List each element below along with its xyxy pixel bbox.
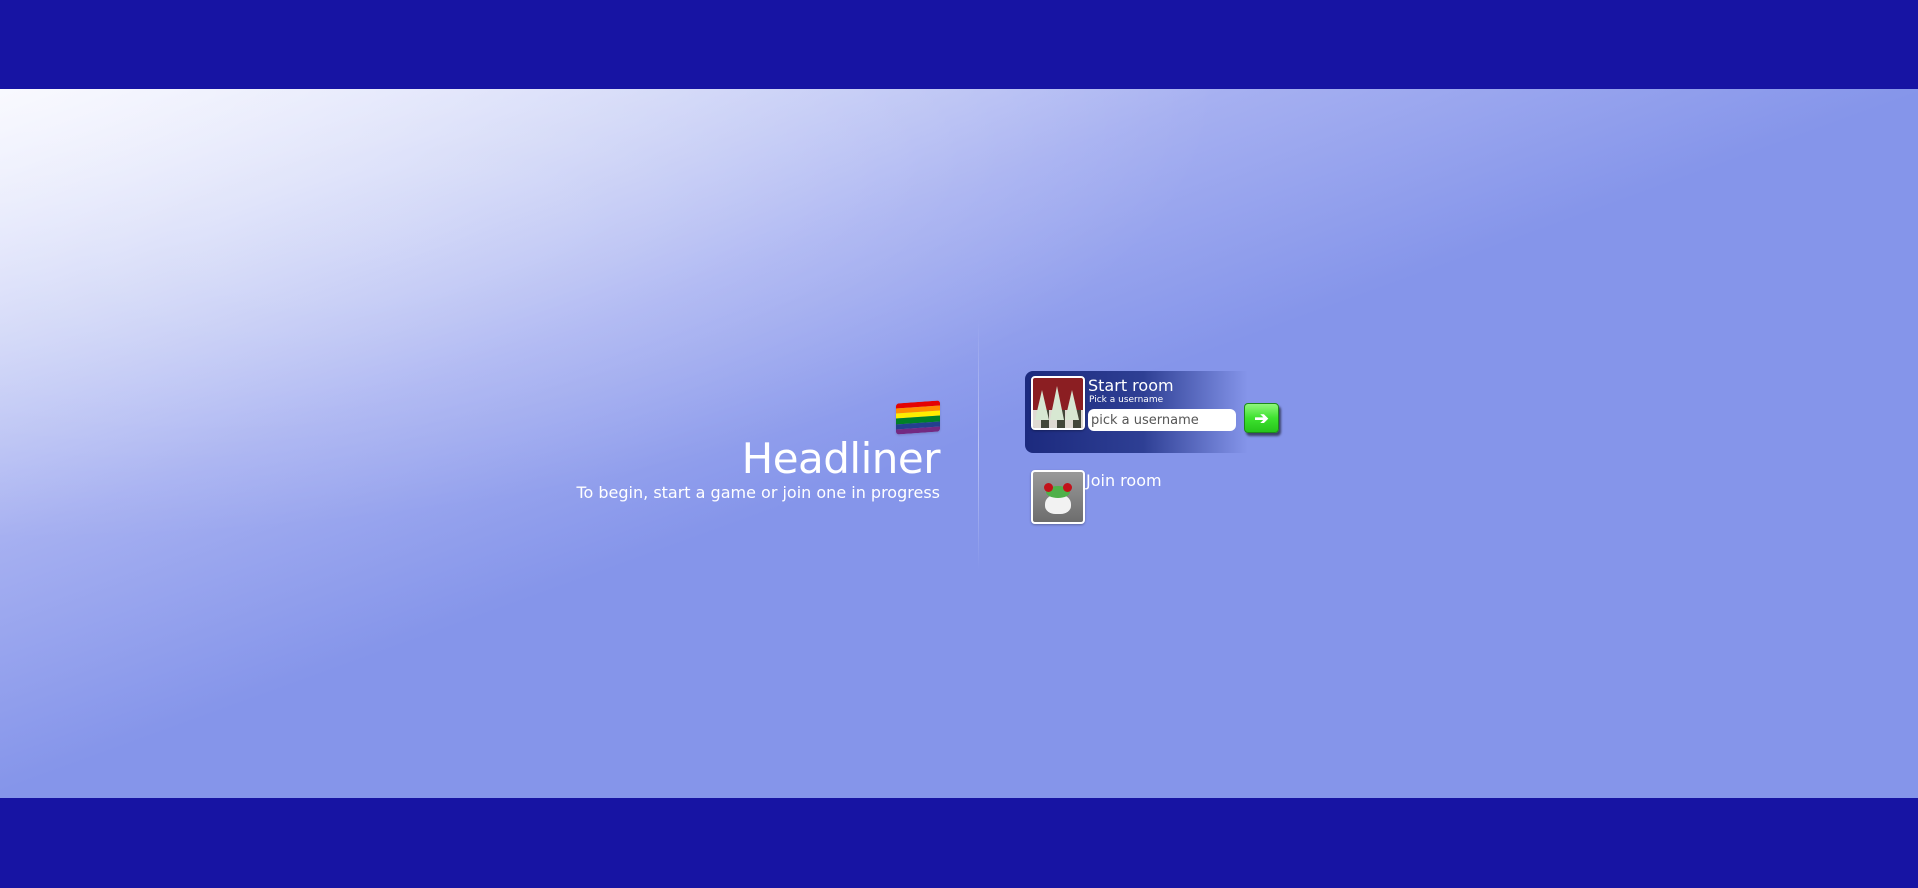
join-room-title: Join room: [1086, 471, 1162, 490]
tree-piece-icon: [1035, 390, 1049, 420]
username-hint: Pick a username: [1089, 395, 1164, 405]
main-panel: [0, 89, 1918, 798]
divider: [978, 320, 979, 570]
intro-section: Headliner To begin, start a game or join…: [576, 400, 941, 503]
rainbow-flag-icon: [896, 400, 940, 435]
tree-piece-icon: [1065, 390, 1079, 420]
bottom-bar: [0, 798, 1918, 888]
frog-eye: [1044, 483, 1053, 492]
start-room-submit-button[interactable]: ➔: [1244, 403, 1279, 433]
start-room-title: Start room: [1088, 376, 1174, 395]
page-title: Headliner: [741, 434, 941, 483]
arrow-right-icon: ➔: [1254, 408, 1269, 428]
tree-piece-icon: [1050, 386, 1064, 420]
page-subtitle: To begin, start a game or join one in pr…: [576, 483, 940, 502]
top-bar: [0, 0, 1918, 89]
username-input[interactable]: [1088, 409, 1236, 431]
join-room-thumbnail: [1031, 470, 1085, 524]
frog-eye: [1063, 483, 1072, 492]
start-room-thumbnail: [1031, 376, 1085, 430]
start-room-card: Start room Pick a username ➔: [1025, 371, 1287, 453]
